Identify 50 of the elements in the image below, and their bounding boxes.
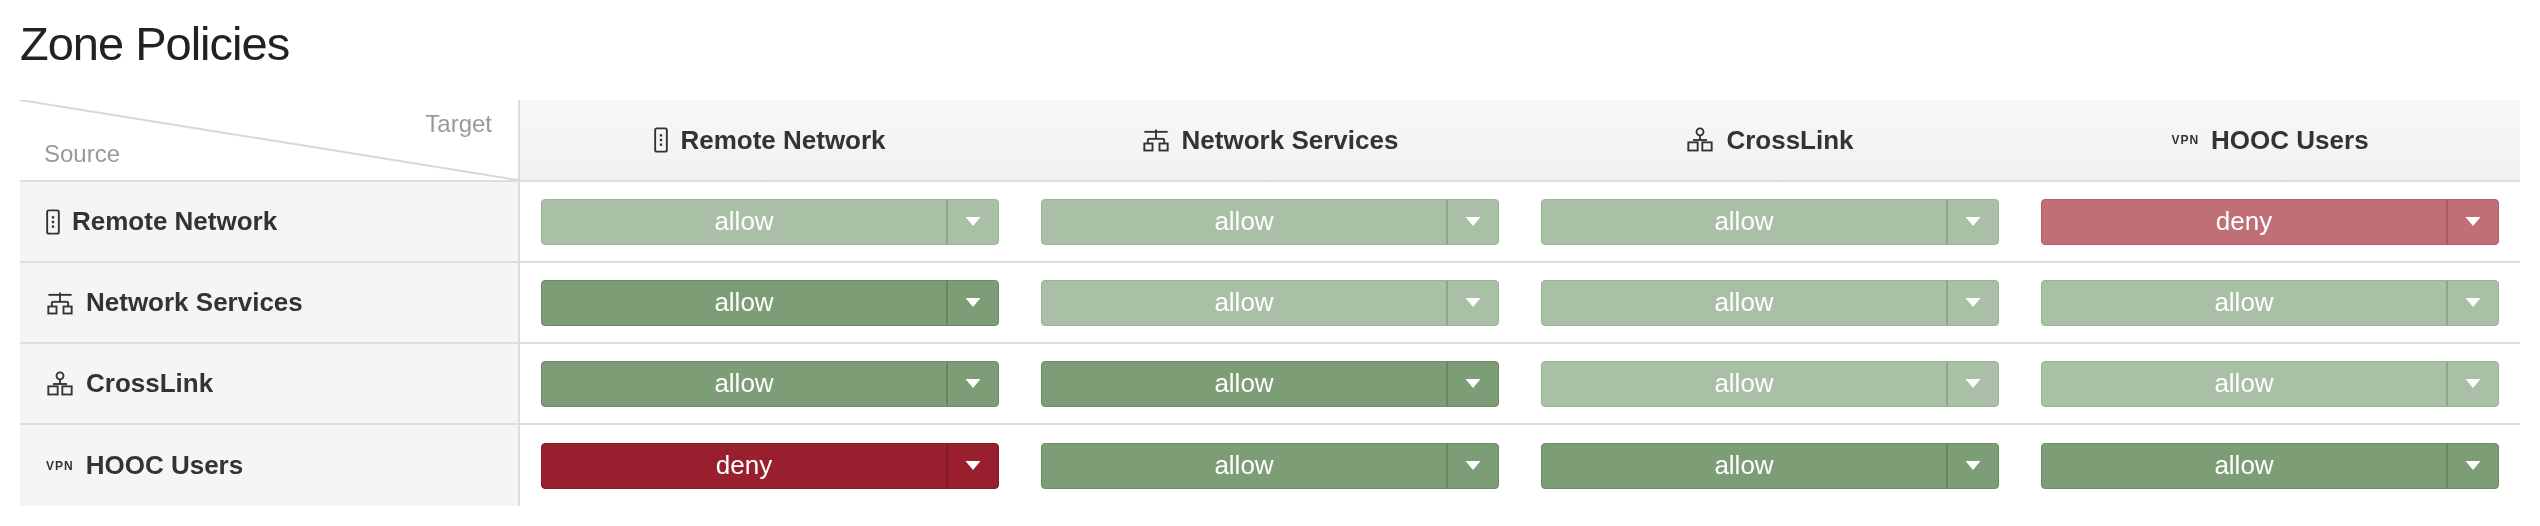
policy-dropdown[interactable]: allow: [2041, 279, 2499, 326]
policy-dropdown[interactable]: deny: [541, 442, 999, 489]
caret-icon: [965, 217, 981, 226]
source-label: Source: [44, 140, 121, 168]
policy-dropdown[interactable]: allow: [1541, 442, 1999, 489]
device-icon: [46, 208, 60, 235]
policy-dropdown[interactable]: allow: [1541, 198, 1999, 245]
policy-dropdown[interactable]: allow: [1041, 279, 1499, 326]
policy-dropdown[interactable]: allow: [541, 279, 999, 326]
page-title: Zone Policies: [20, 16, 291, 72]
vpn-icon: VPN: [2171, 133, 2200, 147]
caret-icon: [1965, 379, 1981, 388]
column-header: Remote Network: [680, 124, 886, 156]
row-header: Network Services: [86, 287, 303, 318]
node-tree-icon: [46, 370, 74, 397]
policy-dropdown[interactable]: allow: [1541, 360, 1999, 407]
policy-dropdown[interactable]: allow: [1041, 198, 1499, 245]
row-header: CrossLink: [86, 368, 214, 399]
caret-icon: [1965, 217, 1981, 226]
caret-icon: [2465, 379, 2481, 388]
policy-dropdown[interactable]: allow: [541, 360, 999, 407]
target-label: Target: [425, 110, 492, 138]
row-header: HOOC Users: [85, 450, 244, 481]
node-tree-icon: [1686, 127, 1715, 153]
caret-icon: [1465, 461, 1481, 470]
policy-dropdown[interactable]: allow: [541, 198, 999, 245]
policy-dropdown[interactable]: allow: [2041, 442, 2499, 489]
policy-dropdown[interactable]: allow: [1541, 279, 1999, 326]
caret-icon: [2465, 461, 2481, 470]
caret-icon: [1465, 217, 1481, 226]
policy-dropdown[interactable]: deny: [2041, 198, 2499, 245]
caret-icon: [965, 298, 981, 307]
row-header: Remote Network: [72, 206, 278, 237]
policy-dropdown[interactable]: allow: [1041, 442, 1499, 489]
caret-icon: [2465, 298, 2481, 307]
caret-icon: [1465, 298, 1481, 307]
network-tree-icon: [1141, 127, 1170, 153]
column-header: Network Services: [1181, 124, 1399, 156]
policy-dropdown[interactable]: allow: [2041, 360, 2499, 407]
caret-icon: [1965, 461, 1981, 470]
caret-icon: [965, 379, 981, 388]
vpn-icon: VPN: [46, 458, 74, 473]
caret-icon: [965, 461, 981, 470]
caret-icon: [1965, 298, 1981, 307]
column-header: HOOC Users: [2211, 124, 2369, 156]
device-icon: [654, 127, 669, 153]
policy-dropdown[interactable]: allow: [1041, 360, 1499, 407]
caret-icon: [2465, 217, 2481, 226]
column-header: CrossLink: [1726, 124, 1854, 156]
caret-icon: [1465, 379, 1481, 388]
